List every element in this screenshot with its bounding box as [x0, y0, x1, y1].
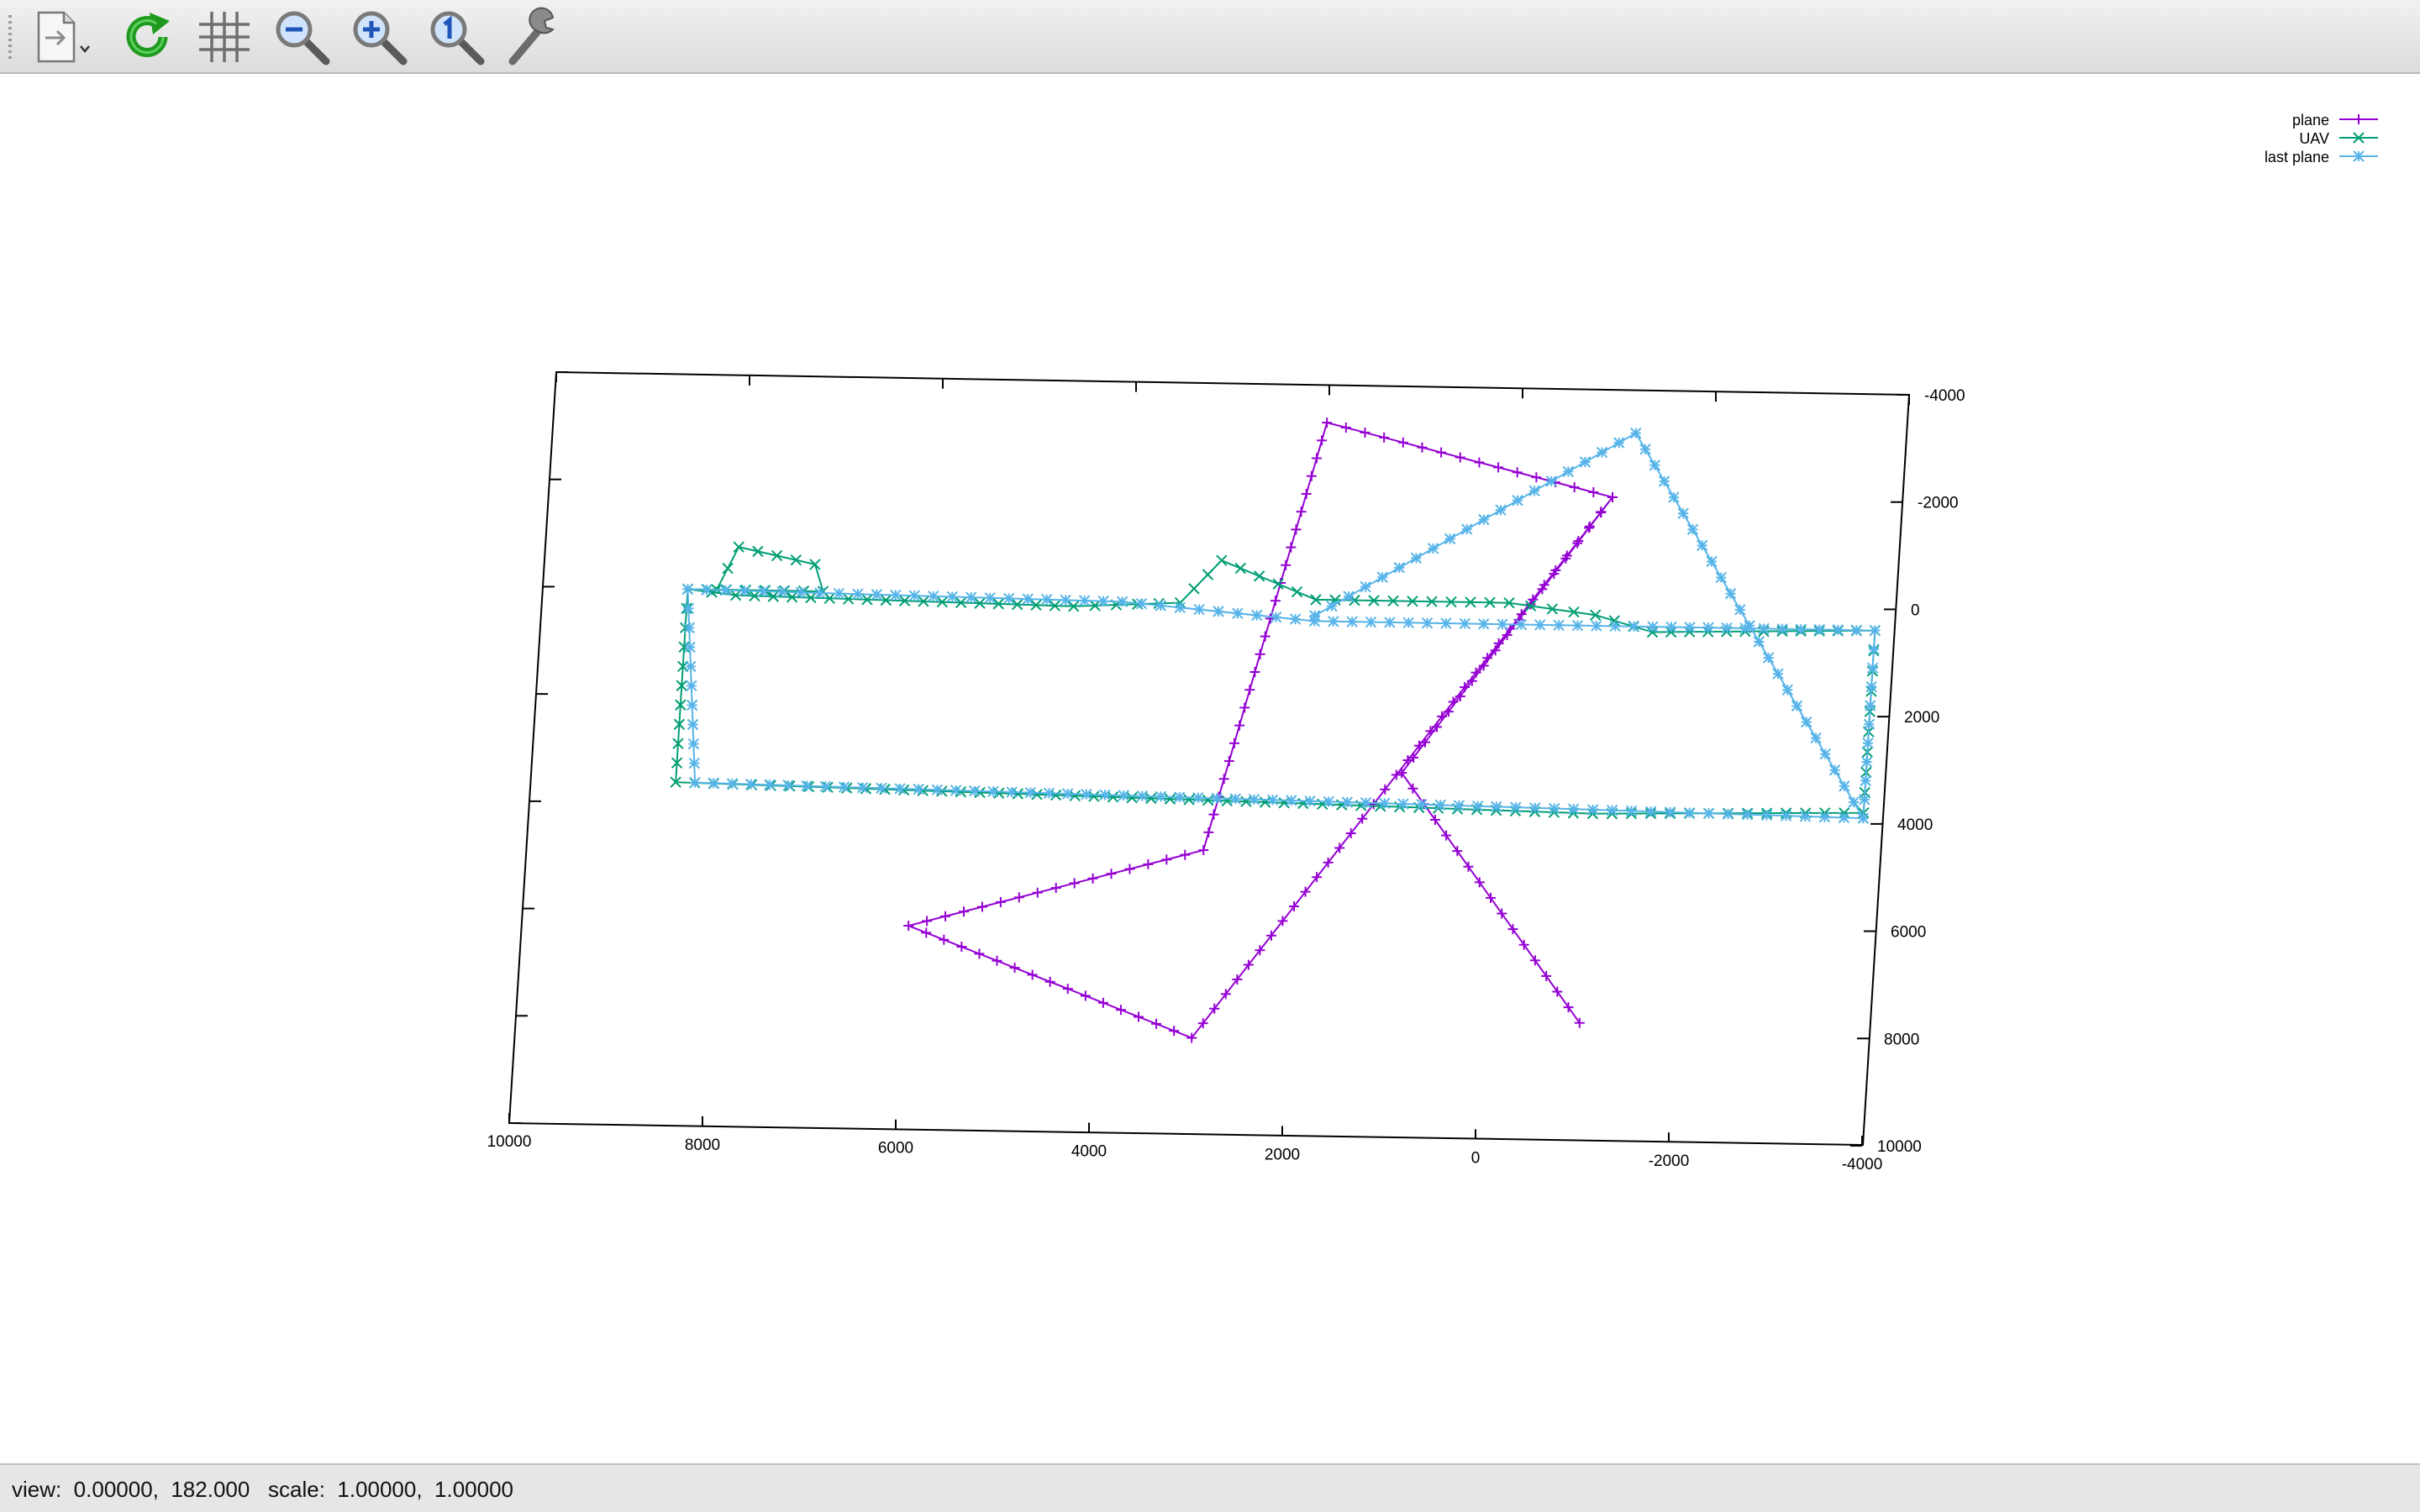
plot-svg: 10000 8000 6000 4000 2000 0 -2000 -4000 -4000 -20… — [487, 112, 2378, 1173]
y-tick-label: -4000 — [1924, 387, 1965, 405]
legend-label: plane — [2292, 112, 2329, 129]
plot-canvas[interactable]: 10000 8000 6000 4000 2000 0 -2000 -4000 -4000 -20… — [0, 76, 2420, 1463]
x-tick-label: 0 — [1471, 1149, 1481, 1167]
toolbar — [0, 0, 2420, 74]
toolbar-grip[interactable] — [8, 15, 12, 59]
settings-button[interactable] — [501, 5, 566, 69]
zoom-in-icon — [353, 11, 408, 66]
series-line — [687, 432, 1876, 822]
y-tick-label: 4000 — [1897, 816, 1933, 834]
grid-icon — [199, 12, 250, 62]
status-bar: view: 0.00000, 182.000 scale: 1.00000, 1… — [0, 1463, 2420, 1512]
wrench-icon — [508, 7, 555, 66]
y-tick-label: 0 — [1911, 601, 1920, 619]
series-UAV — [670, 541, 1881, 820]
series-last-plane — [681, 427, 1881, 824]
x-tick-label: 2000 — [1265, 1146, 1300, 1163]
legend-label: last plane — [2265, 149, 2329, 165]
y-tick-label: 6000 — [1891, 924, 1926, 942]
export-menu-button[interactable] — [29, 5, 94, 69]
x-tick-label: 4000 — [1071, 1143, 1107, 1161]
replot-button[interactable] — [114, 5, 180, 69]
x-tick-label: -2000 — [1649, 1152, 1690, 1170]
plot-border — [508, 370, 1911, 1147]
grid-button[interactable] — [192, 5, 257, 69]
zoom-out-icon — [276, 11, 330, 66]
y-tick-label: 8000 — [1884, 1031, 1919, 1048]
x-tick-label: 10000 — [487, 1133, 532, 1151]
y-tick-label: 10000 — [1877, 1138, 1922, 1156]
refresh-icon — [126, 13, 170, 57]
zoom-in-button[interactable] — [346, 5, 412, 69]
zoom-1-icon — [430, 11, 485, 66]
zoom-out-button[interactable] — [269, 5, 334, 69]
y-tick-label: -2000 — [1918, 495, 1959, 512]
document-export-icon — [37, 11, 90, 63]
x-tick-label: 8000 — [685, 1137, 720, 1154]
zoom-reset-button[interactable] — [424, 5, 489, 69]
x-tick-label: 6000 — [878, 1140, 913, 1158]
series-plane — [903, 417, 1618, 1043]
status-text: view: 0.00000, 182.000 scale: 1.00000, 1… — [12, 1477, 513, 1502]
legend-label: UAV — [2299, 130, 2329, 147]
y-tick-label: 2000 — [1904, 709, 1939, 727]
legend: planeUAV last plane — [2265, 112, 2378, 165]
x-tick-label: -4000 — [1842, 1156, 1883, 1173]
